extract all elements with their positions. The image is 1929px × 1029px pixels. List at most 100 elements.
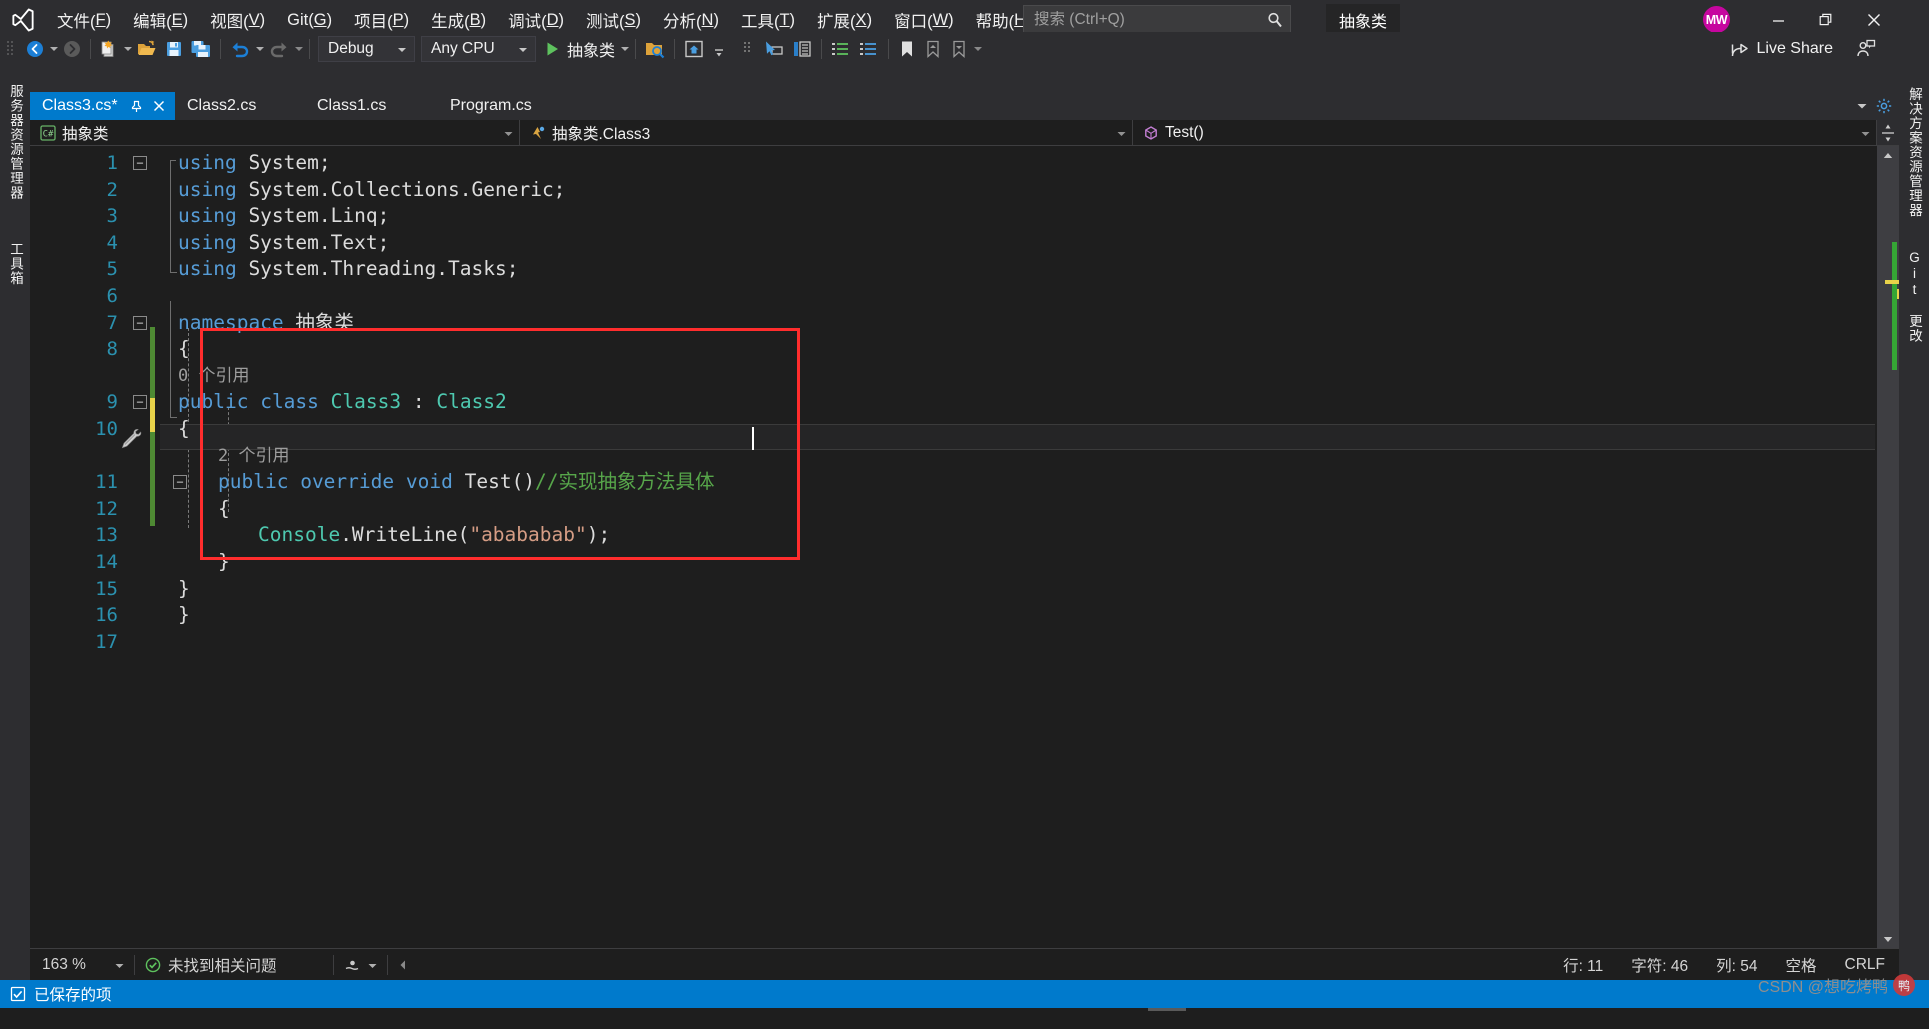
redo-button[interactable] <box>265 36 293 62</box>
code-line[interactable]: 11 − public override void Test()//实现抽象方法具体 <box>30 469 1877 496</box>
undo-dropdown[interactable] <box>254 46 265 52</box>
code-line[interactable]: 9− public class Class3 : Class2 <box>30 389 1877 416</box>
editor-vertical-scrollbar[interactable] <box>1877 146 1899 948</box>
menu-item-debug[interactable]: 调试(D) <box>497 5 575 35</box>
code-line[interactable]: 13 Console.WriteLine("abababab"); <box>30 522 1877 549</box>
scroll-down-button[interactable] <box>1877 930 1899 948</box>
code-line[interactable]: 15} <box>30 576 1877 603</box>
sidebar-item-toolbox[interactable]: 工具箱 <box>0 228 30 300</box>
new-item-button[interactable] <box>96 36 122 62</box>
code-text-area[interactable]: 1 − using System; 2 using System.Collections… <box>30 146 1877 948</box>
chevron-down-icon[interactable] <box>1107 124 1126 142</box>
toolbar-overflow-dots[interactable] <box>734 36 760 62</box>
navigate-back-button[interactable] <box>22 36 48 62</box>
tab-class1[interactable]: Class1.cs <box>305 92 438 120</box>
code-line[interactable]: 0 个引用 <box>30 363 1877 390</box>
tab-class3[interactable]: Class3.cs* <box>30 92 175 120</box>
select-element-button[interactable] <box>760 36 788 62</box>
line-ending-indicator[interactable]: CRLF <box>1831 956 1899 974</box>
open-file-button[interactable] <box>133 36 161 62</box>
breadcrumb-type[interactable]: 抽象类.Class3 <box>520 120 1133 145</box>
codelens-reference[interactable]: 0 个引用 <box>178 363 249 390</box>
tab-settings-button[interactable] <box>1873 94 1895 118</box>
code-line[interactable]: 1 − using System; <box>30 150 1877 177</box>
scroll-up-button[interactable] <box>1877 146 1899 164</box>
search-input[interactable] <box>1034 10 1266 29</box>
code-line[interactable]: 12 { <box>30 496 1877 523</box>
toolbar-more-dropdown[interactable] <box>972 46 983 52</box>
menu-item-project[interactable]: 项目(P) <box>343 5 420 35</box>
codelens-reference[interactable]: 2 个引用 <box>218 443 289 470</box>
solution-name-chip[interactable]: 抽象类 <box>1326 4 1401 35</box>
live-share-button[interactable]: Live Share <box>1725 36 1833 62</box>
bookmark-button[interactable] <box>894 36 920 62</box>
pin-icon[interactable] <box>126 92 148 120</box>
code-editor[interactable]: 1 − using System; 2 using System.Collections… <box>30 146 1899 948</box>
tab-list-dropdown-button[interactable] <box>1851 94 1873 118</box>
navigate-forward-button[interactable] <box>59 36 85 62</box>
char-indicator[interactable]: 字符: 46 <box>1617 954 1702 976</box>
code-line[interactable]: 6 <box>30 283 1877 310</box>
code-line[interactable]: 2 using System.Collections.Generic; <box>30 177 1877 204</box>
code-line[interactable]: 5 using System.Threading.Tasks; <box>30 256 1877 283</box>
code-line[interactable]: 16} <box>30 602 1877 629</box>
menu-item-file[interactable]: 文件(F) <box>46 5 122 35</box>
menu-item-analyze[interactable]: 分析(N) <box>652 5 730 35</box>
menu-item-edit[interactable]: 编辑(E) <box>122 5 199 35</box>
menu-item-window[interactable]: 窗口(W) <box>883 5 965 35</box>
redo-dropdown[interactable] <box>293 46 304 52</box>
prev-bookmark-button[interactable] <box>920 36 946 62</box>
quick-search-box[interactable] <box>1023 5 1291 34</box>
code-line[interactable]: 8{ <box>30 336 1877 363</box>
code-line[interactable]: 10 { <box>30 416 1877 443</box>
horizontal-scroll-left[interactable] <box>388 960 418 970</box>
solution-configuration-combo[interactable]: Debug <box>318 36 415 62</box>
tab-class2[interactable]: Class2.cs <box>175 92 305 120</box>
tab-close-icon[interactable] <box>148 92 170 120</box>
code-line[interactable]: 3 using System.Linq; <box>30 203 1877 230</box>
fold-toggle-icon[interactable]: − <box>133 315 147 330</box>
chevron-down-icon[interactable] <box>1851 124 1870 142</box>
breadcrumb-project[interactable]: C# 抽象类 <box>30 120 520 145</box>
toolbar-grip[interactable] <box>6 39 18 59</box>
new-item-dropdown[interactable] <box>122 46 133 52</box>
search-in-solution-button[interactable] <box>641 36 669 62</box>
code-line[interactable]: 2 个引用 <box>30 443 1877 470</box>
send-feedback-button[interactable] <box>1851 36 1881 62</box>
navigate-back-dropdown[interactable] <box>48 46 59 52</box>
fold-toggle-icon[interactable]: − <box>133 395 147 410</box>
toggle-panel-button[interactable] <box>788 36 816 62</box>
sidebar-item-server-explorer[interactable]: 服务器资源管理器 <box>0 66 30 218</box>
menu-item-build[interactable]: 生成(B) <box>420 5 497 35</box>
tab-program[interactable]: Program.cs <box>438 92 578 120</box>
sidebar-item-solution-explorer[interactable]: 解决方案资源管理器 <box>1899 66 1929 238</box>
quick-actions-icon[interactable] <box>118 425 146 458</box>
code-line[interactable]: 4 using System.Text; <box>30 230 1877 257</box>
start-debugging-dropdown[interactable] <box>619 46 630 52</box>
live-preview-button[interactable] <box>680 36 708 62</box>
format-list2-button[interactable] <box>855 36 883 62</box>
breadcrumb-member[interactable]: Test() <box>1133 120 1877 145</box>
problems-indicator[interactable]: 未找到相关问题 <box>135 954 287 976</box>
next-bookmark-button[interactable] <box>946 36 972 62</box>
line-indicator[interactable]: 行: 11 <box>1549 954 1617 976</box>
fold-toggle-icon[interactable]: − <box>173 475 187 490</box>
zoom-level-combo[interactable]: 163 % <box>30 949 134 981</box>
start-debugging-button[interactable]: 抽象类 <box>539 36 619 62</box>
menu-item-view[interactable]: 视图(V) <box>199 5 276 35</box>
menu-item-git[interactable]: Git(G) <box>276 5 343 35</box>
selection-mode-indicator[interactable] <box>334 956 387 974</box>
save-button[interactable] <box>161 36 187 62</box>
avatar[interactable]: MW <box>1703 6 1730 33</box>
sidebar-item-git-changes[interactable]: Git 更改 <box>1899 250 1929 343</box>
format-list-button[interactable] <box>827 36 855 62</box>
solution-platform-combo[interactable]: Any CPU <box>421 36 536 62</box>
split-view-button[interactable] <box>1877 120 1899 145</box>
save-all-button[interactable] <box>187 36 215 62</box>
code-line[interactable]: 7− namespace 抽象类 <box>30 310 1877 337</box>
undo-button[interactable] <box>226 36 254 62</box>
fold-toggle-icon[interactable]: − <box>133 156 147 170</box>
menu-item-extensions[interactable]: 扩展(X) <box>806 5 883 35</box>
menu-item-test[interactable]: 测试(S) <box>575 5 652 35</box>
code-line[interactable]: 14} <box>30 549 1877 576</box>
